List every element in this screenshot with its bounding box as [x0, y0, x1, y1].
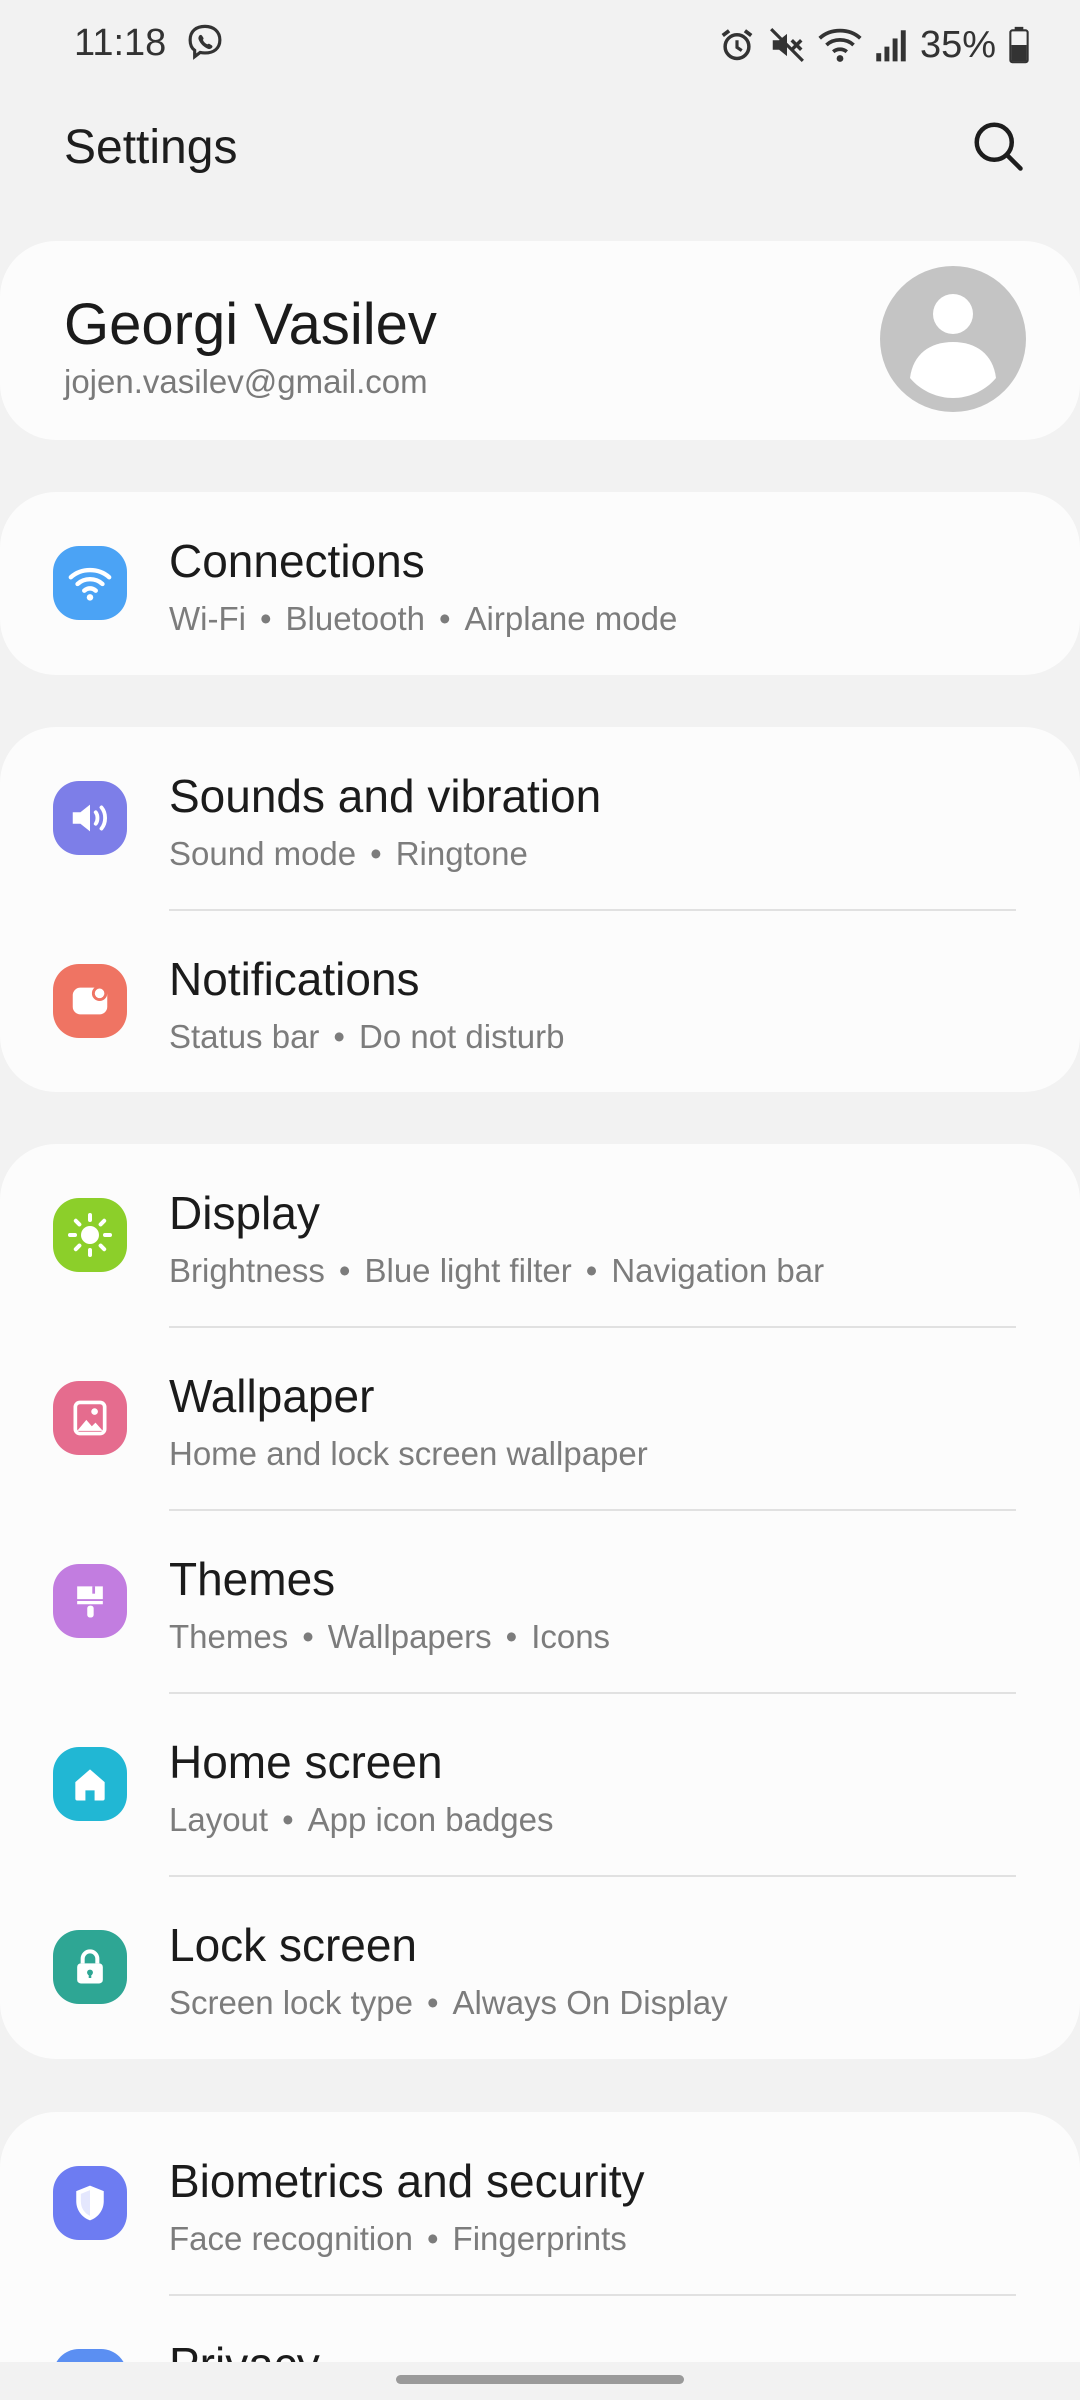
settings-item-wallpaper[interactable]: Wallpaper Home and lock screen wallpaper — [0, 1327, 1080, 1510]
battery-icon — [1009, 26, 1029, 64]
brush-icon — [53, 1564, 127, 1638]
display-group: Display Brightness • Blue light filter • Nav… — [0, 1144, 1080, 2059]
settings-item-display[interactable]: Display Brightness • Blue light filter • Nav… — [0, 1144, 1080, 1327]
privacy-icon — [53, 2349, 127, 2362]
image-icon — [53, 1381, 127, 1455]
settings-item-privacy[interactable]: Privacy — [0, 2295, 1080, 2362]
wifi-icon — [818, 28, 862, 62]
settings-item-title: Lock screen — [169, 1919, 418, 1971]
settings-item-title: Sounds and vibration — [169, 770, 602, 822]
settings-item-subtitle: Layout • App icon badges — [169, 1801, 554, 1838]
settings-item-subtitle: Wi-Fi • Bluetooth • Airplane mode — [169, 600, 678, 637]
viber-icon — [188, 24, 222, 60]
volume-icon — [53, 781, 127, 855]
shield-icon — [53, 2166, 127, 2240]
settings-item-subtitle: Themes • Wallpapers • Icons — [169, 1618, 611, 1655]
settings-item-subtitle: Face recognition • Fingerprints — [169, 2220, 627, 2257]
settings-item-title: Notifications — [169, 953, 420, 1005]
settings-item-title: Connections — [169, 535, 425, 587]
settings-item-title: Display — [169, 1187, 320, 1239]
settings-item-connections[interactable]: Connections Wi-Fi • Bluetooth • Airplane mod… — [0, 492, 1080, 675]
settings-item-home-screen[interactable]: Home screen Layout • App icon badges — [0, 1693, 1080, 1876]
search-icon[interactable] — [968, 116, 1028, 176]
wifi-icon — [53, 546, 127, 620]
sounds-notifications-group: Sounds and vibration Sound mode • Ringtone… — [0, 727, 1080, 1092]
security-group: Biometrics and security Face recognition… — [0, 2112, 1080, 2362]
settings-item-subtitle: Home and lock screen wallpaper — [169, 1435, 648, 1472]
settings-item-notifications[interactable]: Notifications Status bar • Do not disturb — [0, 910, 1080, 1093]
settings-item-title: Privacy — [169, 2337, 320, 2362]
profile-name: Georgi Vasilev — [64, 292, 437, 357]
status-bar: 11:18 35% — [0, 0, 1080, 90]
page-title: Settings — [64, 121, 238, 174]
sun-icon — [53, 1198, 127, 1272]
alarm-icon — [721, 29, 753, 61]
home-icon — [53, 1747, 127, 1821]
settings-item-title: Themes — [169, 1553, 336, 1605]
gesture-handle[interactable] — [396, 2375, 684, 2384]
settings-item-subtitle: Sound mode • Ringtone — [169, 835, 528, 872]
settings-item-title: Wallpaper — [169, 1370, 375, 1422]
mute-icon — [769, 28, 804, 62]
profile-card[interactable]: Georgi Vasilev jojen.vasilev@gmail.com — [0, 241, 1080, 440]
avatar[interactable] — [880, 266, 1026, 412]
settings-item-sounds[interactable]: Sounds and vibration Sound mode • Ringtone — [0, 727, 1080, 910]
app-header: Settings — [0, 110, 1080, 190]
connections-group: Connections Wi-Fi • Bluetooth • Airplane mod… — [0, 492, 1080, 675]
lock-icon — [53, 1930, 127, 2004]
settings-item-themes[interactable]: Themes Themes • Wallpapers • Icons — [0, 1510, 1080, 1693]
status-time: 11:18 — [74, 22, 167, 64]
settings-item-subtitle: Screen lock type • Always On Display — [169, 1984, 728, 2021]
notification-icon — [53, 964, 127, 1038]
settings-item-lock-screen[interactable]: Lock screen Screen lock type • Always On D… — [0, 1876, 1080, 2059]
settings-item-title: Home screen — [169, 1736, 443, 1788]
settings-item-subtitle: Status bar • Do not disturb — [169, 1018, 565, 1055]
battery-percent: 35% — [919, 23, 996, 66]
profile-email: jojen.vasilev@gmail.com — [64, 363, 428, 400]
avatar-person-icon — [910, 294, 996, 398]
settings-item-title: Biometrics and security — [169, 2155, 645, 2207]
settings-item-subtitle: Brightness • Blue light filter • Navigation … — [169, 1252, 825, 1289]
settings-item-biometrics[interactable]: Biometrics and security Face recognition… — [0, 2112, 1080, 2295]
signal-icon — [876, 30, 906, 62]
